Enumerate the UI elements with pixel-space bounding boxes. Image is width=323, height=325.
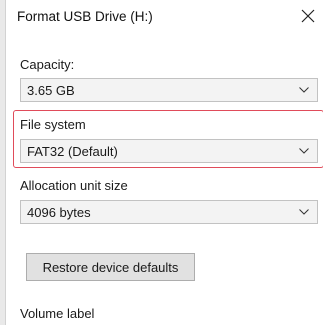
allocation-unit-size-value: 4096 bytes xyxy=(27,204,91,220)
dialog-title: Format USB Drive (H:) xyxy=(17,9,153,24)
close-icon xyxy=(301,9,315,23)
chevron-down-icon xyxy=(299,87,309,93)
capacity-select[interactable]: 3.65 GB xyxy=(20,78,318,102)
allocation-unit-size-label: Allocation unit size xyxy=(20,178,128,193)
file-system-value: FAT32 (Default) xyxy=(27,143,118,159)
close-button[interactable] xyxy=(298,6,318,26)
file-system-label: File system xyxy=(20,117,86,132)
window-left-edge xyxy=(0,0,6,325)
restore-device-defaults-button[interactable]: Restore device defaults xyxy=(26,253,195,281)
chevron-down-icon xyxy=(299,209,309,215)
capacity-value: 3.65 GB xyxy=(27,82,75,98)
chevron-down-icon xyxy=(299,148,309,154)
allocation-unit-size-select[interactable]: 4096 bytes xyxy=(20,200,318,224)
file-system-select[interactable]: FAT32 (Default) xyxy=(20,139,318,163)
volume-label-label: Volume label xyxy=(20,306,95,321)
capacity-label: Capacity: xyxy=(20,57,75,72)
